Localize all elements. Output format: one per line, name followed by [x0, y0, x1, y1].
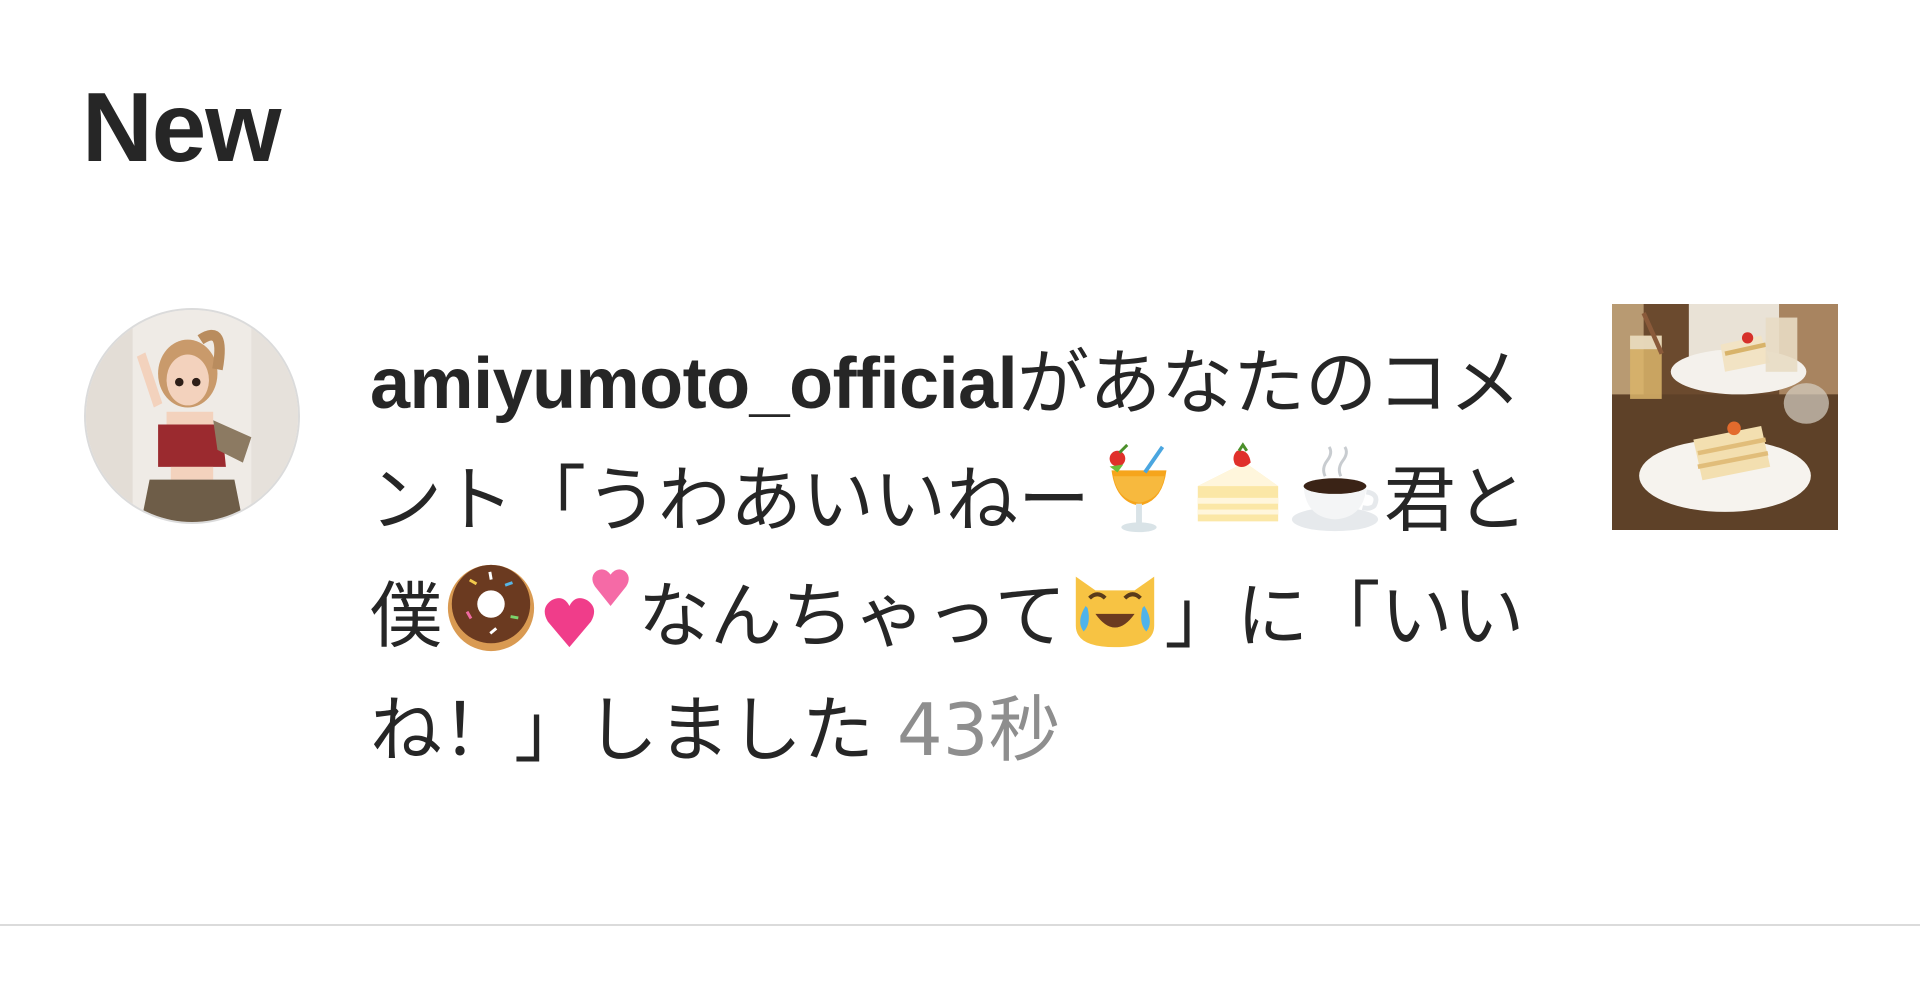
avatar-photo [86, 310, 298, 522]
doughnut-emoji [442, 557, 540, 655]
cat-with-tears-of-joy-emoji [1066, 557, 1164, 655]
shortcake-emoji [1188, 441, 1286, 539]
notification-item[interactable]: amiyumoto_officialがあなたのコメント「うわあいいねー 君と僕 … [0, 290, 1920, 920]
username-link[interactable]: amiyumoto_official [370, 344, 1018, 424]
hot-beverage-emoji [1286, 441, 1384, 539]
tropical-drink-emoji [1090, 441, 1188, 539]
post-thumbnail[interactable] [1612, 304, 1838, 530]
timestamp: 43秒 [896, 688, 1061, 772]
message-text-3: なんちゃって [638, 574, 1067, 658]
two-hearts-emoji [540, 557, 638, 655]
divider [0, 924, 1920, 926]
post-photo [1612, 304, 1838, 530]
avatar[interactable] [84, 308, 300, 524]
notification-message: amiyumoto_officialがあなたのコメント「うわあいいねー 君と僕 … [370, 326, 1560, 787]
section-title: New [82, 72, 282, 182]
activity-page: New amiyumoto_officialがあなたのコメント「うわあいいねー [0, 0, 1920, 981]
